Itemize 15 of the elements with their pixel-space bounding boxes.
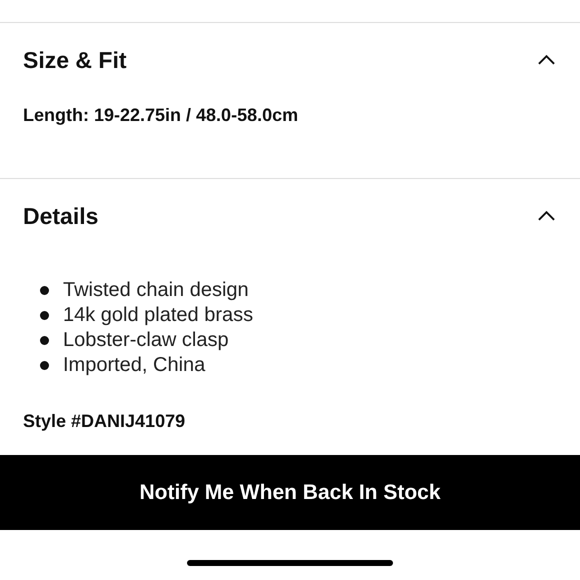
chevron-icon[interactable] xyxy=(538,55,555,65)
chevron-icon[interactable] xyxy=(538,211,555,221)
section-title: Size & Fit xyxy=(23,46,127,74)
bullet-text: Imported, China xyxy=(63,353,206,378)
bullet-icon xyxy=(40,286,49,295)
bullet-text: Twisted chain design xyxy=(63,278,249,303)
section-title: Details xyxy=(23,202,98,230)
bullet-icon xyxy=(40,336,49,345)
bullet-icon xyxy=(40,361,49,370)
bullet-text: 14k gold plated brass xyxy=(63,303,254,328)
notify-button[interactable]: Notify Me When Back In Stock xyxy=(0,455,580,530)
bullet-icon xyxy=(40,311,49,320)
detail-text: Length: 19-22.75in / 48.0-58.0cm xyxy=(23,104,300,126)
bullet-text: Lobster-claw clasp xyxy=(63,328,229,353)
detail-text: Style #DANIJ41079 xyxy=(23,410,186,432)
